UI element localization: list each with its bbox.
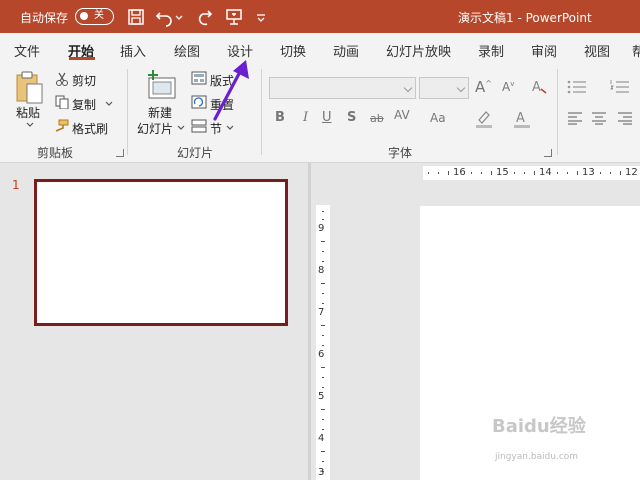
- tab-file[interactable]: 文件: [14, 41, 40, 60]
- ruler-label: 6: [318, 349, 325, 360]
- change-case-icon[interactable]: Aa: [430, 111, 446, 125]
- underline-icon[interactable]: U: [322, 110, 332, 125]
- slide-thumbnail-pane: 1: [0, 163, 308, 480]
- group-separator: [261, 69, 262, 155]
- format-painter-button[interactable]: 格式刷: [72, 120, 108, 137]
- paste-icon[interactable]: [15, 71, 45, 105]
- undo-dropdown-icon[interactable]: [174, 7, 184, 27]
- clipboard-launcher-icon[interactable]: [116, 149, 124, 157]
- ruler-label: 12: [625, 167, 638, 178]
- shadow-icon[interactable]: S: [347, 110, 356, 125]
- cut-button[interactable]: 剪切: [72, 72, 96, 89]
- character-spacing-icon[interactable]: AV: [394, 108, 410, 122]
- paste-dropdown-icon[interactable]: [25, 121, 35, 129]
- format-painter-icon: [55, 119, 69, 132]
- watermark-subtext: jingyan.baidu.com: [495, 452, 579, 462]
- presentation-icon[interactable]: [224, 7, 244, 27]
- tab-record[interactable]: 录制: [478, 41, 504, 60]
- ruler-label: 16: [453, 167, 466, 178]
- bold-icon[interactable]: B: [275, 110, 285, 125]
- slide-thumbnail[interactable]: [34, 179, 288, 326]
- horizontal-ruler: 16 15 14 13 12: [423, 166, 640, 180]
- chevron-down-icon: [456, 83, 466, 93]
- font-size-combo[interactable]: [419, 77, 469, 99]
- ruler-label: 9: [318, 223, 325, 234]
- active-tab-indicator: [69, 57, 95, 60]
- svg-text:A: A: [532, 80, 541, 95]
- undo-icon[interactable]: [154, 7, 174, 27]
- ruler-label: 15: [496, 167, 509, 178]
- font-name-combo[interactable]: [269, 77, 416, 99]
- group-separator: [557, 69, 558, 155]
- copy-button[interactable]: 复制: [72, 96, 96, 113]
- tab-animations[interactable]: 动画: [333, 41, 359, 60]
- watermark-text: Baidu经验: [492, 416, 586, 437]
- new-slide-label-2[interactable]: 幻灯片: [137, 120, 173, 137]
- new-slide-icon[interactable]: [145, 70, 177, 100]
- clipboard-group-label: 剪贴板: [37, 146, 74, 160]
- scissors-icon: [56, 72, 68, 86]
- slide-canvas[interactable]: [420, 206, 640, 480]
- ruler-label: 4: [318, 433, 325, 444]
- title-bar: 自动保存 关 演示文稿1 - PowerPoint: [0, 0, 640, 33]
- copy-dropdown-icon[interactable]: [104, 100, 114, 108]
- copy-icon: [55, 95, 69, 109]
- align-center-icon[interactable]: [591, 111, 607, 125]
- bullets-icon[interactable]: [567, 79, 587, 95]
- ribbon-tabs: 文件 开始 插入 绘图 设计 切换 动画 幻灯片放映 录制 审阅 视图 帮: [0, 33, 640, 63]
- ruler-label: 13: [582, 167, 595, 178]
- tab-review[interactable]: 审阅: [531, 41, 557, 60]
- ruler-label: 8: [318, 265, 325, 276]
- italic-icon[interactable]: I: [303, 110, 308, 125]
- ruler-label: 3: [318, 467, 325, 478]
- tab-help[interactable]: 帮: [632, 41, 640, 60]
- vertical-ruler: 9 8 7 6 5 4 3: [316, 205, 330, 480]
- group-separator: [127, 69, 128, 155]
- svg-text:A: A: [516, 111, 525, 126]
- autosave-toggle[interactable]: 关: [75, 8, 114, 25]
- highlight-icon[interactable]: [474, 108, 494, 128]
- chevron-down-icon: [403, 83, 413, 93]
- ruler-label: 5: [318, 391, 325, 402]
- numbering-icon[interactable]: [610, 79, 630, 95]
- tab-view[interactable]: 视图: [584, 41, 610, 60]
- redo-icon[interactable]: [194, 7, 214, 27]
- slide-number: 1: [12, 178, 20, 192]
- decrease-font-size-icon[interactable]: Av: [502, 80, 514, 94]
- autosave-label: 自动保存: [20, 11, 69, 25]
- align-left-icon[interactable]: [567, 111, 583, 125]
- font-launcher-icon[interactable]: [544, 149, 552, 157]
- tab-transitions[interactable]: 切换: [280, 41, 306, 60]
- autosave-state: 关: [94, 10, 104, 21]
- customize-toolbar-icon[interactable]: [254, 7, 268, 27]
- tab-draw[interactable]: 绘图: [174, 41, 200, 60]
- tab-insert[interactable]: 插入: [120, 41, 146, 60]
- ruler-label: 14: [539, 167, 552, 178]
- new-slide-dropdown-icon[interactable]: [176, 124, 186, 132]
- increase-font-size-icon[interactable]: A^: [475, 78, 492, 96]
- toggle-knob: [80, 12, 88, 20]
- tab-slideshow[interactable]: 幻灯片放映: [386, 41, 451, 60]
- paste-button[interactable]: 粘贴: [16, 104, 40, 121]
- slides-group-label: 幻灯片: [177, 146, 214, 160]
- document-title: 演示文稿1 - PowerPoint: [458, 11, 592, 25]
- clear-formatting-icon[interactable]: A: [531, 77, 549, 95]
- ribbon: 粘贴 剪切 复制 格式刷 剪贴板 新建 幻灯片 版式 重置 节 幻灯片 A^ A…: [0, 63, 640, 163]
- annotation-arrow-icon: [213, 60, 249, 121]
- save-icon[interactable]: [126, 7, 146, 27]
- font-color-icon[interactable]: A: [512, 108, 532, 128]
- new-slide-label-1[interactable]: 新建: [148, 104, 172, 121]
- strikethrough-icon[interactable]: ab: [370, 112, 384, 125]
- font-group-label: 字体: [388, 146, 413, 160]
- ruler-label: 7: [318, 307, 325, 318]
- align-right-icon[interactable]: [617, 111, 633, 125]
